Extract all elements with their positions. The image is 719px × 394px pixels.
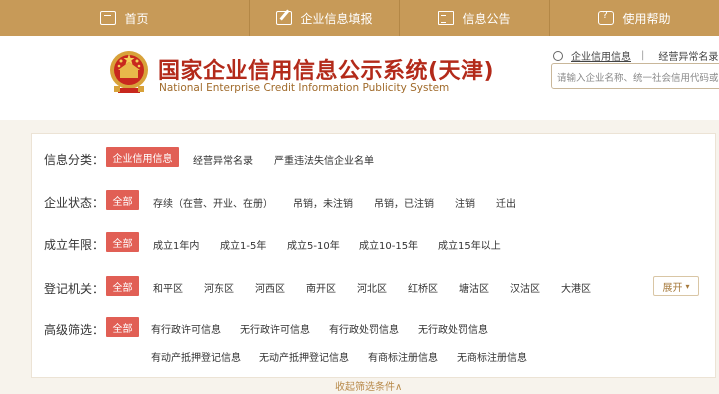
filter-advanced-option[interactable]: 无行政处罚信息 (418, 321, 488, 336)
filter-panel (31, 133, 716, 378)
search-tabs: 企业信用信息 | 经营异常名录 (553, 48, 718, 63)
filter-label-years: 成立年限： (44, 238, 105, 252)
nav-enterprise-report[interactable]: 企业信息填报 (250, 0, 400, 36)
filter-years-option[interactable]: 成立5-10年 (287, 237, 340, 252)
search-tab-divider: | (641, 50, 645, 61)
filter-status-option[interactable]: 注销 (455, 195, 475, 210)
national-emblem-icon (110, 51, 148, 93)
filter-authority-option[interactable]: 大港区 (561, 280, 591, 295)
filter-authority-option[interactable]: 和平区 (153, 280, 183, 295)
site-title: 国家企业信用信息公示系统(天津) (158, 59, 495, 84)
filter-label-authority: 登记机关： (44, 282, 105, 296)
nav-help-label: 使用帮助 (622, 11, 671, 26)
filter-authority-option[interactable]: 河东区 (204, 280, 234, 295)
edit-icon (276, 11, 293, 25)
nav-announcements-label: 信息公告 (462, 11, 511, 26)
filter-authority-option[interactable]: 塘沽区 (459, 280, 489, 295)
expand-button-label: 展开 (662, 282, 683, 294)
filter-years-option[interactable]: 成立1-5年 (220, 237, 266, 252)
filter-authority-option[interactable]: 南开区 (306, 280, 336, 295)
search-icon (553, 50, 563, 61)
filter-advanced-active[interactable]: 全部 (106, 317, 139, 337)
filter-status-option[interactable]: 吊销，已注销 (374, 195, 434, 210)
filter-years-option[interactable]: 成立10-15年 (359, 237, 418, 252)
filter-years-option[interactable]: 成立15年以上 (438, 237, 501, 252)
nav-home-label: 首页 (124, 11, 149, 26)
expand-button[interactable]: 展开 ▾ (653, 276, 699, 296)
filter-years-active[interactable]: 全部 (106, 232, 139, 252)
nav-enterprise-report-label: 企业信息填报 (300, 11, 373, 26)
filter-label-status: 企业状态： (44, 196, 105, 210)
filter-advanced-option[interactable]: 有商标注册信息 (368, 349, 438, 364)
nav-home[interactable]: 首页 (0, 0, 250, 36)
filter-status-option[interactable]: 存续（在营、开业、在册） (153, 195, 273, 210)
nav-help[interactable]: 使用帮助 (550, 0, 719, 36)
filter-category-option[interactable]: 严重违法失信企业名单 (274, 152, 374, 167)
search-tab-abnormal[interactable]: 经营异常名录 (658, 48, 718, 63)
filter-advanced-option[interactable]: 有动产抵押登记信息 (151, 349, 241, 364)
filter-authority-option[interactable]: 河北区 (357, 280, 387, 295)
collapse-filters-link[interactable]: 收起筛选条件∧ (335, 378, 402, 393)
filter-label-category: 信息分类： (44, 153, 105, 167)
filter-advanced-option[interactable]: 有行政许可信息 (151, 321, 221, 336)
filter-advanced-option[interactable]: 无商标注册信息 (457, 349, 527, 364)
nav-announcements[interactable]: 信息公告 (400, 0, 550, 36)
home-icon (100, 11, 117, 25)
help-icon (598, 10, 615, 25)
filter-status-option[interactable]: 吊销，未注销 (293, 195, 353, 210)
top-navigation: 首页 企业信息填报 信息公告 使用帮助 (0, 0, 719, 36)
document-icon (438, 11, 455, 25)
chevron-down-icon: ▾ (685, 281, 690, 291)
filter-advanced-option[interactable]: 无行政许可信息 (240, 321, 310, 336)
filter-authority-option[interactable]: 红桥区 (408, 280, 438, 295)
search-input[interactable]: 请输入企业名称、统一社会信用代码或 (551, 63, 719, 89)
filter-authority-option[interactable]: 汉沽区 (510, 280, 540, 295)
filter-advanced-option[interactable]: 有行政处罚信息 (329, 321, 399, 336)
filter-status-option[interactable]: 迁出 (496, 195, 516, 210)
search-tab-credit[interactable]: 企业信用信息 (571, 48, 631, 63)
filter-category-active[interactable]: 企业信用信息 (106, 147, 179, 167)
filter-authority-active[interactable]: 全部 (106, 276, 139, 296)
site-subtitle-english: National Enterprise Credit Information P… (159, 82, 450, 94)
filter-category-option[interactable]: 经营异常名录 (193, 152, 253, 167)
filter-advanced-option[interactable]: 无动产抵押登记信息 (259, 349, 349, 364)
filter-status-active[interactable]: 全部 (106, 190, 139, 210)
filter-authority-option[interactable]: 河西区 (255, 280, 285, 295)
filter-years-option[interactable]: 成立1年内 (153, 237, 199, 252)
filter-label-advanced: 高级筛选： (44, 323, 105, 337)
